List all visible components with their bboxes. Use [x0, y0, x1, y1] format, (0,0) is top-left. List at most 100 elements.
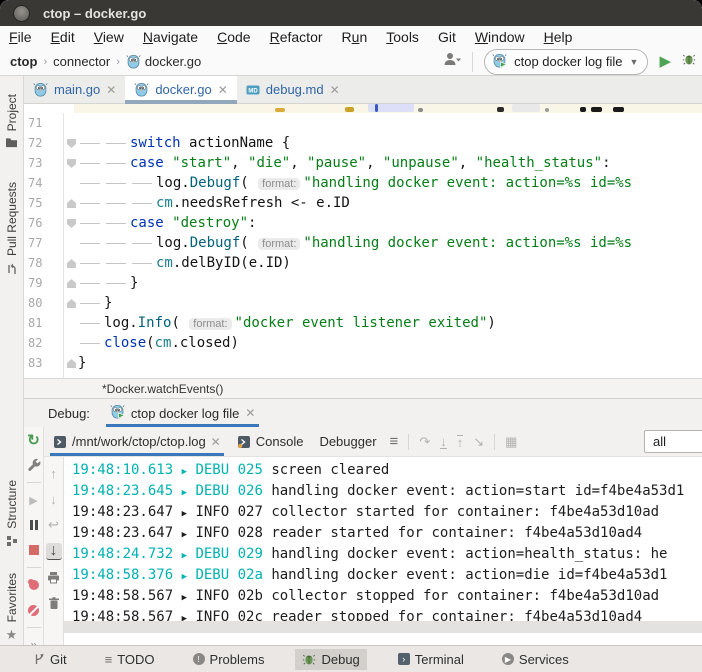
- log-level-filter-select[interactable]: all: [644, 430, 702, 453]
- menu-run[interactable]: Run: [342, 29, 368, 45]
- menu-refactor[interactable]: Refactor: [270, 29, 323, 45]
- code-line-80[interactable]: 80}: [24, 293, 702, 313]
- code-line-74[interactable]: 74log.Debugf( format:"handling docker ev…: [24, 173, 702, 193]
- menu-git[interactable]: Git: [438, 29, 456, 45]
- fold-marker-icon[interactable]: [67, 139, 76, 148]
- layout-menu-icon[interactable]: ≡: [390, 434, 399, 449]
- code-line-72[interactable]: 72switch actionName {: [24, 133, 702, 153]
- code-line-79[interactable]: 79}: [24, 273, 702, 293]
- step-over-icon[interactable]: ↷: [419, 435, 430, 448]
- fold-gutter[interactable]: [64, 213, 78, 233]
- settings-wrench-icon[interactable]: [26, 457, 42, 473]
- statusbar-item-todo[interactable]: ≡TODO: [98, 649, 162, 670]
- breadcrumb-item[interactable]: connector: [53, 54, 110, 69]
- code-line-78[interactable]: 78cm.delByID(e.ID): [24, 253, 702, 273]
- statusbar-item-git[interactable]: Git: [26, 649, 74, 670]
- fold-gutter[interactable]: [64, 133, 78, 153]
- run-button[interactable]: ▶: [659, 54, 671, 69]
- fold-marker-icon[interactable]: [67, 219, 76, 228]
- code-line-71[interactable]: 71: [24, 113, 702, 133]
- menu-view[interactable]: View: [94, 29, 124, 45]
- step-out-icon[interactable]: ↑: [457, 435, 464, 449]
- menu-help[interactable]: Help: [544, 29, 573, 45]
- code-line-82[interactable]: 82close(cm.closed): [24, 333, 702, 353]
- editor-tab-docker.go[interactable]: docker.go✕: [125, 76, 236, 103]
- menu-tools[interactable]: Tools: [386, 29, 419, 45]
- clear-all-icon[interactable]: [46, 595, 62, 611]
- code-editor[interactable]: 7172switch actionName {73case "start", "…: [24, 104, 702, 378]
- scroll-to-end-icon[interactable]: ↓: [46, 543, 62, 559]
- fold-marker-icon[interactable]: [67, 259, 76, 268]
- debug-button[interactable]: [682, 52, 696, 71]
- fold-gutter[interactable]: [64, 173, 78, 193]
- fold-gutter[interactable]: [64, 113, 78, 133]
- breadcrumb-item[interactable]: ctop: [10, 54, 37, 69]
- log-console[interactable]: 19:48:10.613 ▶ DEBU 025 screen cleared19…: [64, 457, 702, 645]
- run-to-cursor-icon[interactable]: ↘: [473, 435, 484, 448]
- tool-window-button-project[interactable]: Project: [5, 94, 19, 148]
- code-line-76[interactable]: 76case "destroy":: [24, 213, 702, 233]
- mute-breakpoints-icon[interactable]: [26, 602, 42, 618]
- fold-gutter[interactable]: [64, 273, 78, 293]
- debug-tab-debugger[interactable]: Debugger: [316, 427, 379, 456]
- up-stack-icon[interactable]: ↑: [46, 465, 62, 481]
- editor-tab-main.go[interactable]: main.go✕: [24, 76, 125, 103]
- close-icon[interactable]: ✕: [245, 406, 255, 420]
- fold-gutter[interactable]: [64, 333, 78, 353]
- window-close-button[interactable]: [13, 5, 30, 22]
- fold-gutter[interactable]: [64, 293, 78, 313]
- rerun-icon[interactable]: ↻: [26, 432, 42, 448]
- fold-marker-icon[interactable]: [67, 279, 76, 288]
- tool-window-button-structure[interactable]: Structure: [5, 480, 19, 547]
- menu-file[interactable]: File: [9, 29, 32, 45]
- layout-grid-icon[interactable]: ▦: [505, 435, 517, 448]
- fold-marker-icon[interactable]: [67, 299, 76, 308]
- close-icon[interactable]: ✕: [330, 83, 340, 97]
- down-stack-icon[interactable]: ↓: [46, 491, 62, 507]
- code-line-73[interactable]: 73case "start", "die", "pause", "unpause…: [24, 153, 702, 173]
- fold-marker-icon[interactable]: [67, 159, 76, 168]
- pause-icon[interactable]: [26, 517, 42, 533]
- console-horizontal-scrollbar[interactable]: [64, 621, 702, 633]
- fold-gutter[interactable]: [64, 193, 78, 213]
- menu-edit[interactable]: Edit: [51, 29, 75, 45]
- editor-tab-debug.md[interactable]: MDdebug.md✕: [237, 76, 349, 103]
- breadcrumb-item[interactable]: docker.go: [126, 54, 201, 69]
- menu-code[interactable]: Code: [217, 29, 250, 45]
- code-line-84[interactable]: 84: [24, 373, 702, 378]
- statusbar-item-problems[interactable]: !Problems: [186, 649, 272, 670]
- fold-marker-icon[interactable]: [67, 199, 76, 208]
- close-icon[interactable]: ✕: [218, 83, 228, 97]
- print-icon[interactable]: [46, 569, 62, 585]
- stop-icon[interactable]: [26, 542, 42, 558]
- code-line-77[interactable]: 77log.Debugf( format:"handling docker ev…: [24, 233, 702, 253]
- menu-window[interactable]: Window: [475, 29, 525, 45]
- code-line-83[interactable]: 83}: [24, 353, 702, 373]
- debug-tab-console[interactable]: Console: [234, 427, 307, 456]
- step-into-icon[interactable]: ↓: [440, 435, 447, 449]
- fold-gutter[interactable]: [64, 313, 78, 333]
- fold-gutter[interactable]: [64, 153, 78, 173]
- debug-session-tab[interactable]: ctop docker log file ✕: [106, 399, 259, 427]
- fold-gutter[interactable]: [64, 253, 78, 273]
- run-configuration-select[interactable]: ctop docker log file ▼: [484, 49, 648, 75]
- debug-tab--mnt-work-ctop-ctop-log[interactable]: /mnt/work/ctop/ctop.log✕: [50, 427, 224, 456]
- tool-window-button-favorites[interactable]: Favorites★: [5, 573, 19, 641]
- close-icon[interactable]: ✕: [211, 435, 221, 449]
- view-breakpoints-icon[interactable]: [26, 577, 42, 593]
- fold-marker-icon[interactable]: [67, 359, 76, 368]
- code-line-81[interactable]: 81log.Info( format:"docker event listene…: [24, 313, 702, 333]
- close-icon[interactable]: ✕: [106, 83, 116, 97]
- fold-gutter[interactable]: [64, 233, 78, 253]
- statusbar-item-terminal[interactable]: ›Terminal: [391, 649, 471, 670]
- user-icon[interactable]: [443, 51, 461, 72]
- fold-gutter[interactable]: [64, 353, 78, 373]
- code-line-75[interactable]: 75cm.needsRefresh <- e.ID: [24, 193, 702, 213]
- statusbar-item-debug[interactable]: Debug: [295, 649, 366, 670]
- resume-icon[interactable]: ▶: [26, 492, 42, 508]
- soft-wrap-icon[interactable]: ↩: [46, 517, 62, 533]
- tool-window-button-pull-requests[interactable]: Pull Requests: [5, 182, 19, 275]
- statusbar-item-services[interactable]: ▶Services: [495, 649, 576, 670]
- menu-navigate[interactable]: Navigate: [143, 29, 198, 45]
- fold-gutter[interactable]: [64, 373, 78, 378]
